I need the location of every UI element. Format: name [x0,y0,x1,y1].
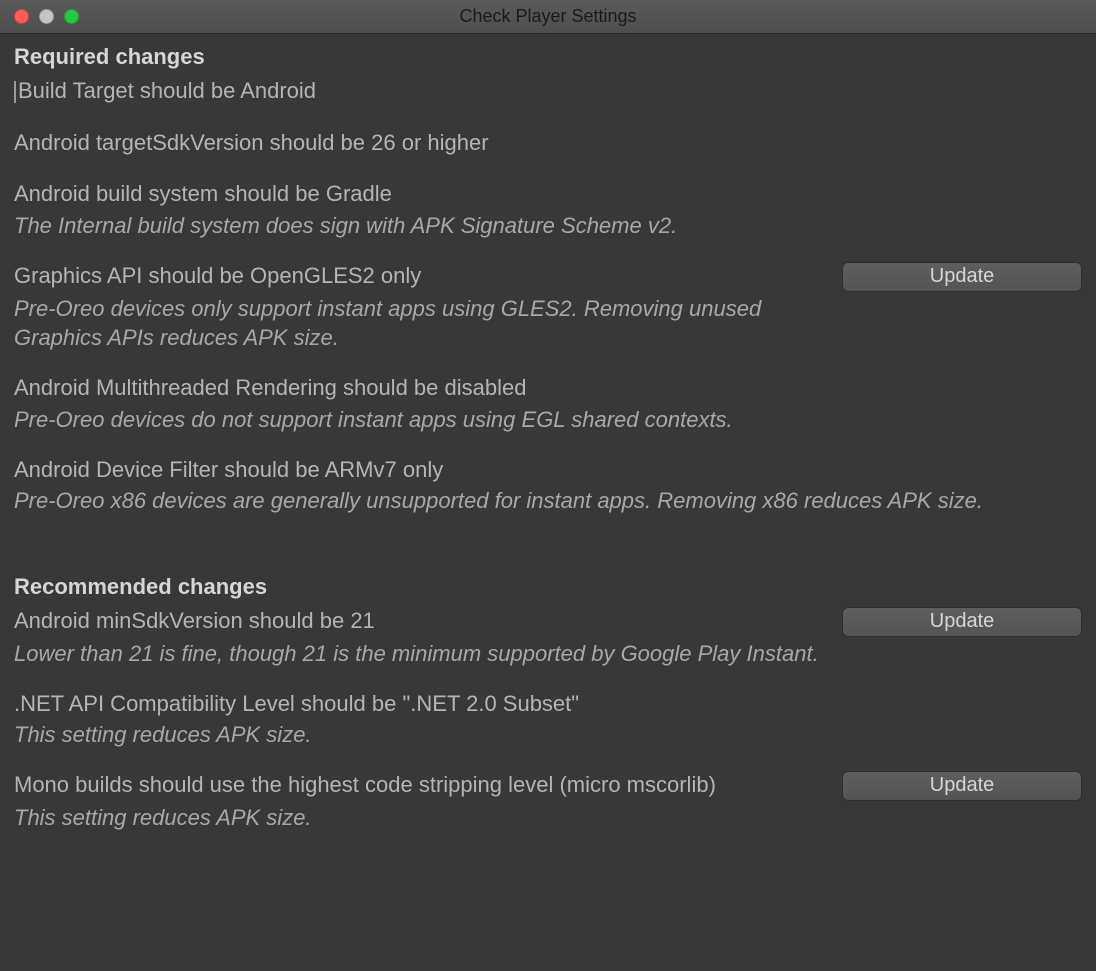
setting-item: Android minSdkVersion should be 21 Updat… [14,606,1082,669]
setting-description: The Internal build system does sign with… [14,211,1064,241]
setting-item: .NET API Compatibility Level should be "… [14,689,1082,750]
setting-description: Pre-Oreo devices only support instant ap… [14,294,834,353]
update-button[interactable]: Update [842,262,1082,292]
setting-title: Android targetSdkVersion should be 26 or… [14,128,1082,158]
update-button[interactable]: Update [842,771,1082,801]
content-area: Required changes Build Target should be … [0,34,1096,867]
setting-title: .NET API Compatibility Level should be "… [14,689,1082,719]
window-titlebar: Check Player Settings [0,0,1096,34]
setting-item: Graphics API should be OpenGLES2 only Up… [14,261,1082,353]
maximize-window-button[interactable] [64,9,79,24]
setting-description: Pre-Oreo x86 devices are generally unsup… [14,486,1064,516]
traffic-lights [14,9,79,24]
recommended-changes-heading: Recommended changes [14,574,1082,600]
setting-title: Build Target should be Android [14,76,1082,106]
setting-title: Graphics API should be OpenGLES2 only [14,261,826,291]
setting-title: Android Device Filter should be ARMv7 on… [14,455,1082,485]
close-window-button[interactable] [14,9,29,24]
window-title: Check Player Settings [12,6,1084,27]
setting-title: Android minSdkVersion should be 21 [14,606,826,636]
setting-item: Build Target should be Android [14,76,1082,106]
setting-title: Android build system should be Gradle [14,179,1082,209]
setting-item: Android targetSdkVersion should be 26 or… [14,128,1082,158]
setting-item: Android Multithreaded Rendering should b… [14,373,1082,434]
setting-item: Android Device Filter should be ARMv7 on… [14,455,1082,516]
setting-description: Pre-Oreo devices do not support instant … [14,405,1064,435]
setting-item: Mono builds should use the highest code … [14,770,1082,833]
setting-description: This setting reduces APK size. [14,720,1064,750]
setting-description: This setting reduces APK size. [14,803,1064,833]
text-cursor [14,81,16,103]
setting-item: Android build system should be Gradle Th… [14,179,1082,240]
setting-title: Android Multithreaded Rendering should b… [14,373,1082,403]
setting-title: Mono builds should use the highest code … [14,770,826,800]
required-changes-heading: Required changes [14,44,1082,70]
setting-description: Lower than 21 is fine, though 21 is the … [14,639,834,669]
minimize-window-button[interactable] [39,9,54,24]
update-button[interactable]: Update [842,607,1082,637]
